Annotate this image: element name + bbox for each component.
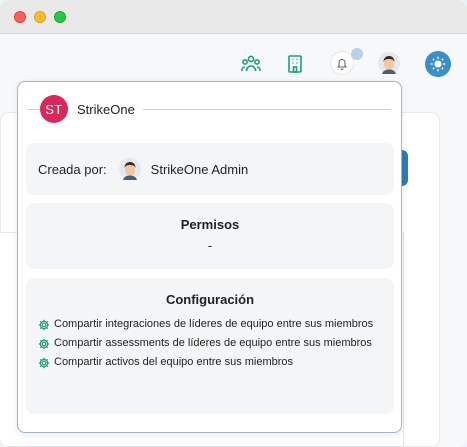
notification-badge xyxy=(351,48,363,60)
gear-icon xyxy=(38,338,50,350)
building-icon[interactable] xyxy=(283,52,307,76)
list-item: Compartir integraciones de líderes de eq… xyxy=(38,317,382,332)
bell-icon xyxy=(336,58,348,70)
configuration-list: Compartir integraciones de líderes de eq… xyxy=(26,317,394,370)
minimize-window-button[interactable] xyxy=(34,11,46,23)
config-item-label: Compartir integraciones de líderes de eq… xyxy=(54,318,374,330)
configuration-title: Configuración xyxy=(165,292,255,307)
creator-avatar xyxy=(118,158,141,180)
list-item: Compartir activos del equipo entre sus m… xyxy=(38,355,382,370)
permissions-title: Permisos xyxy=(180,217,240,232)
list-item: Compartir assessments de líderes de equi… xyxy=(38,336,382,351)
team-avatar-badge: ST xyxy=(40,95,68,123)
team-details-popover: ST StrikeOne Creada por: StrikeOne Admin… xyxy=(17,81,402,433)
gear-icon xyxy=(38,319,50,331)
team-header: ST StrikeOne xyxy=(40,95,143,123)
theme-toggle-button[interactable] xyxy=(425,51,451,77)
config-item-label: Compartir activos del equipo entre sus m… xyxy=(54,356,294,368)
close-window-button[interactable] xyxy=(14,11,26,23)
permissions-section: Permisos - xyxy=(26,203,394,269)
creator-label: Creada por: xyxy=(38,161,107,177)
config-item-label: Compartir assessments de líderes de equi… xyxy=(54,337,372,349)
app-window: ST StrikeOne Creada por: StrikeOne Admin… xyxy=(0,0,467,447)
creator-name: StrikeOne Admin xyxy=(150,161,249,177)
permissions-value: - xyxy=(207,238,213,253)
team-name: StrikeOne xyxy=(77,101,135,117)
title-bar xyxy=(0,0,467,34)
maximize-window-button[interactable] xyxy=(54,11,66,23)
gear-icon xyxy=(38,357,50,369)
configuration-section: Configuración Compartir integraciones de… xyxy=(26,278,394,414)
sun-icon xyxy=(430,56,446,72)
user-avatar[interactable] xyxy=(378,52,400,74)
team-icon[interactable] xyxy=(239,52,263,76)
creator-section: Creada por: StrikeOne Admin xyxy=(26,143,394,195)
